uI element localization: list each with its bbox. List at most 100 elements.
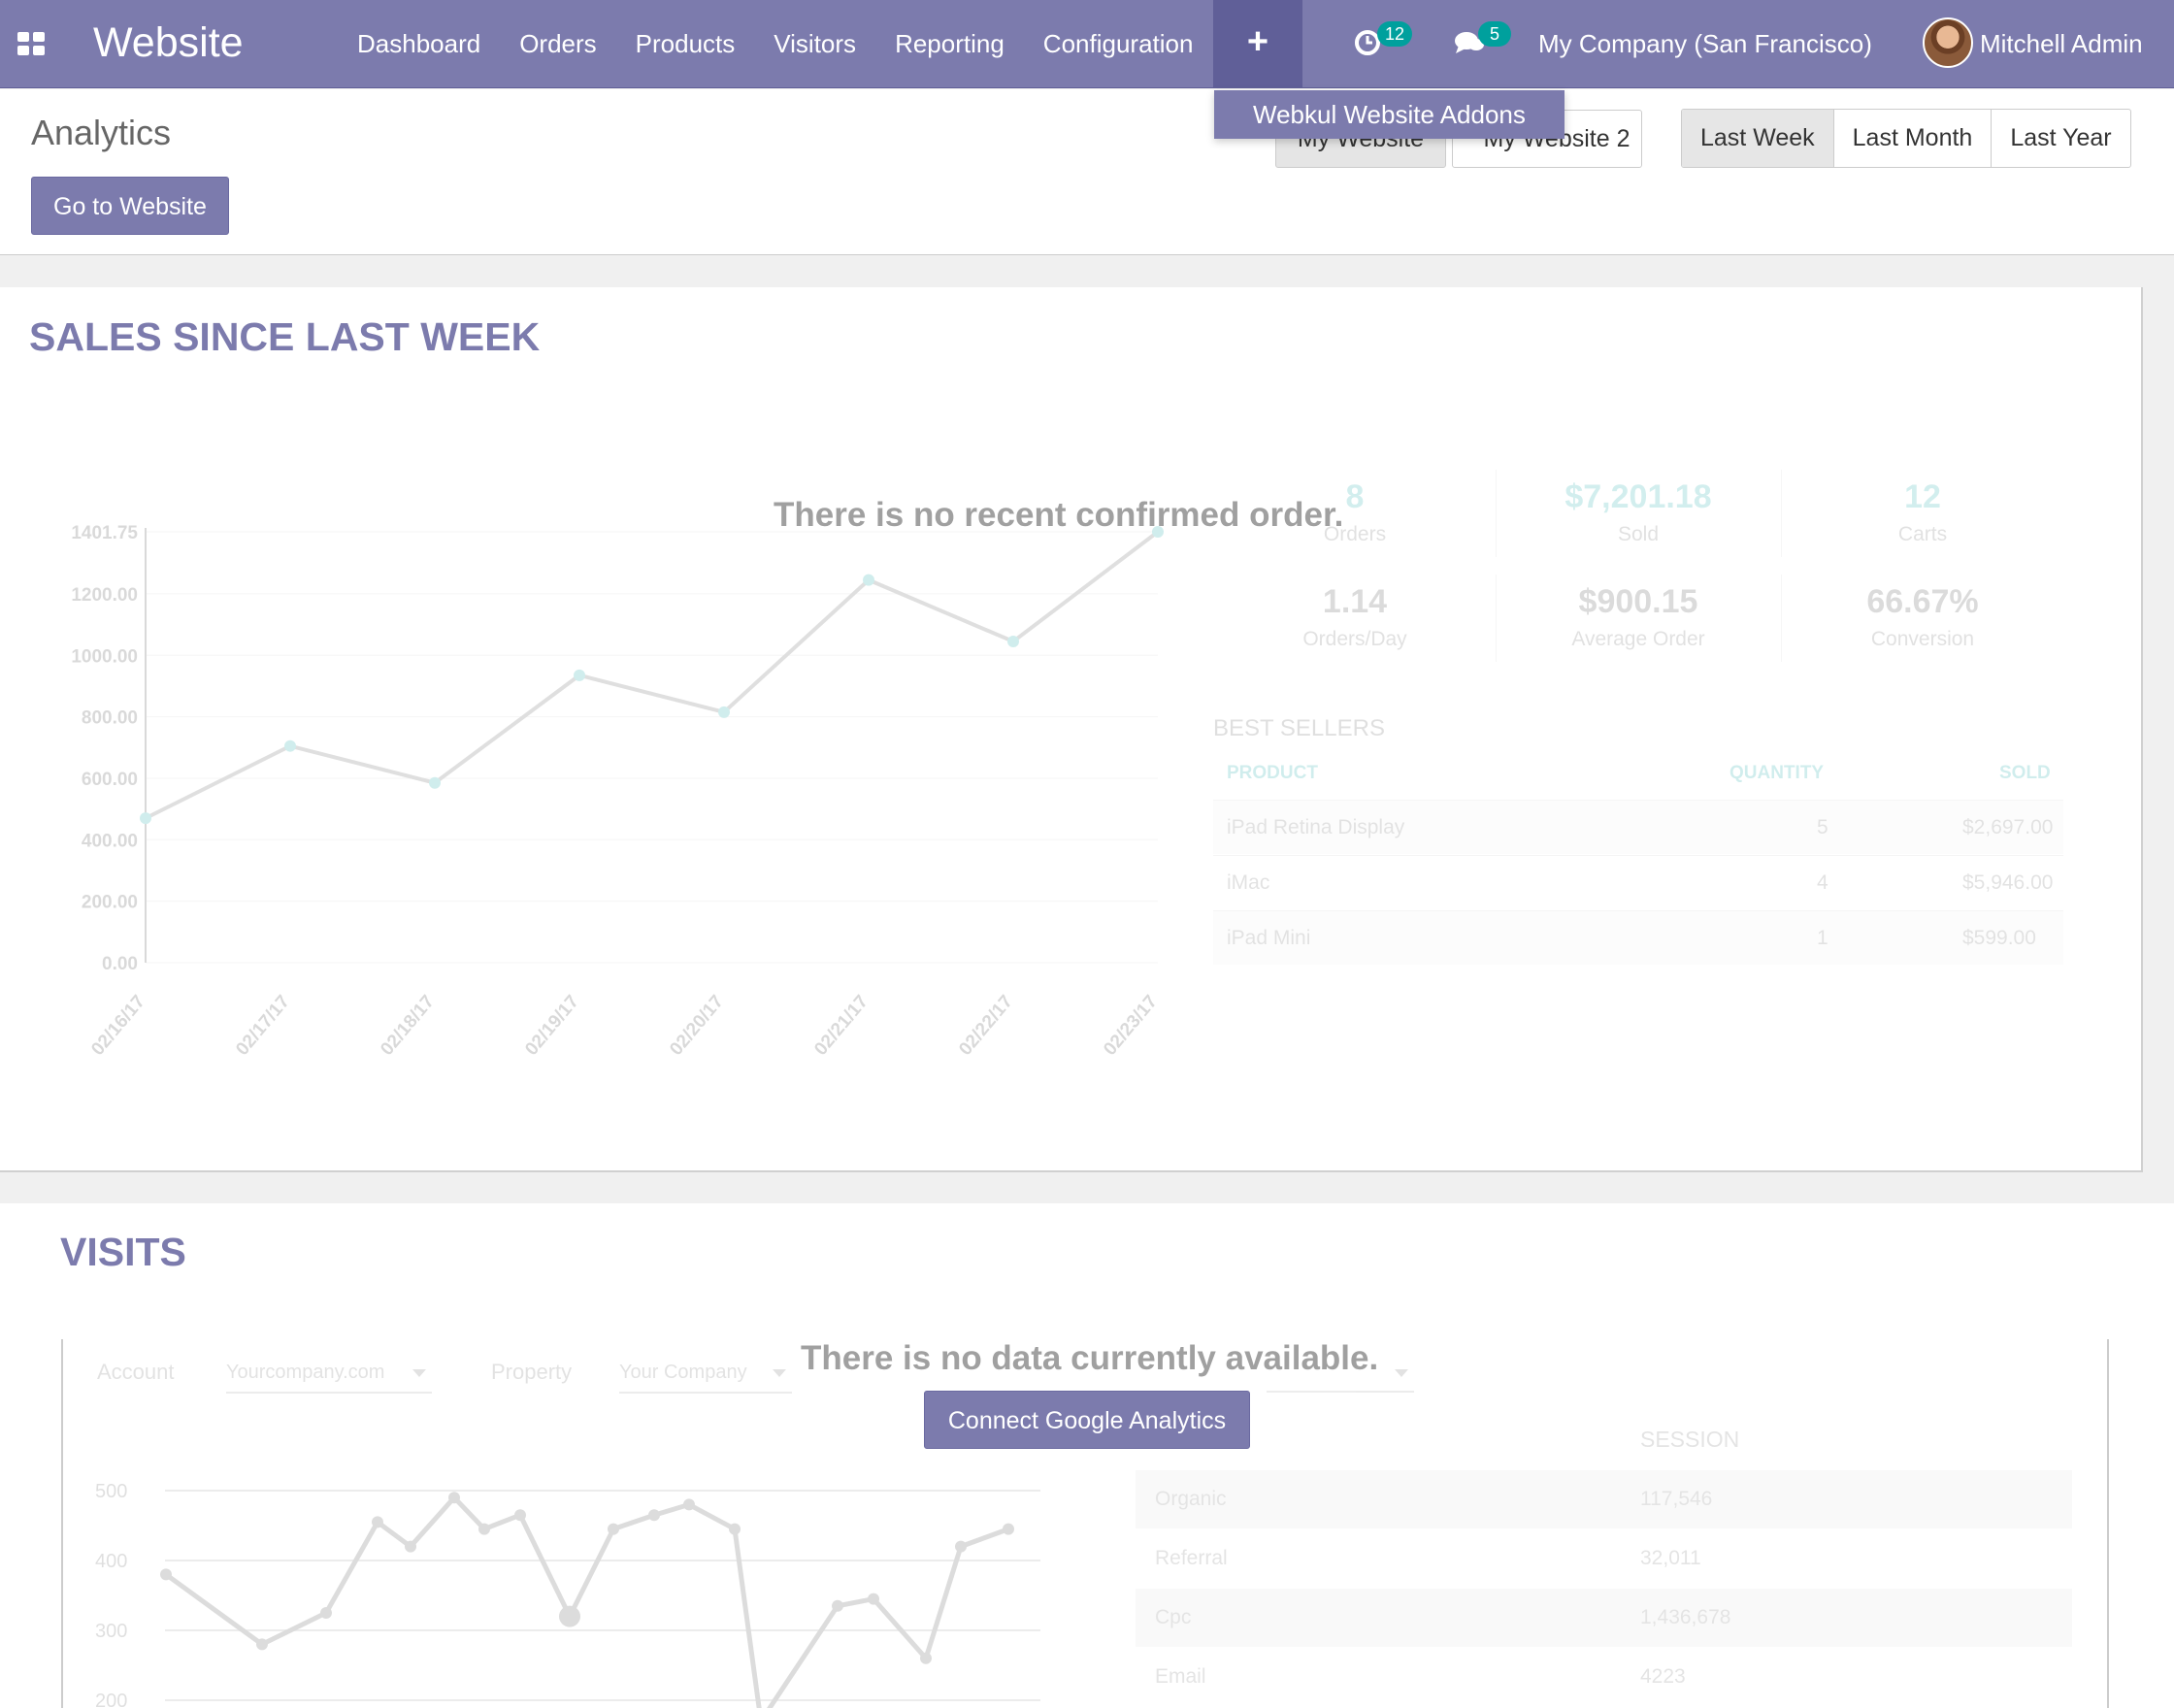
table-row[interactable]: iPad Retina Display 5 $2,697.00 [1213, 800, 2063, 854]
product-quantity: 5 [1817, 816, 1828, 838]
period-last-week[interactable]: Last Week [1682, 110, 1834, 167]
activity-count-badge: 12 [1377, 21, 1413, 47]
visits-point [868, 1593, 879, 1605]
best-sellers-header-quantity: QUANTITY [1729, 763, 1825, 783]
messages-count-badge: 5 [1478, 21, 1511, 47]
product-name: iMac [1227, 871, 1270, 894]
page-title: Analytics [31, 113, 172, 152]
visits-series-line [164, 1494, 1009, 1708]
visits-point [729, 1523, 741, 1535]
product-quantity: 1 [1817, 927, 1828, 949]
user-menu[interactable]: Mitchell Admin [1980, 0, 2143, 88]
sales-series-line [145, 530, 1160, 820]
x-tick-label: 02/20/17 [666, 992, 728, 1060]
company-switcher[interactable]: My Company (San Francisco) [1538, 0, 1872, 88]
kpi-divider [1496, 470, 1497, 557]
sales-title: SALES SINCE LAST WEEK [29, 314, 541, 359]
kpi-orders-per-day-value: 1.14 [1322, 583, 1388, 620]
period-last-month[interactable]: Last Month [1834, 110, 1993, 167]
control-panel: Analytics Go to Website My Website My We… [0, 89, 2174, 255]
messages-button[interactable]: 5 [1453, 21, 1511, 60]
sales-point [863, 574, 874, 586]
period-selector: Last Week Last Month Last Year [1681, 109, 2131, 168]
visits-title: VISITS [60, 1230, 186, 1274]
visits-point [608, 1523, 619, 1535]
table-row[interactable]: Organic 117,546 [1136, 1470, 2072, 1528]
sales-point [429, 776, 441, 789]
kpi-conversion-value: 66.67% [1866, 583, 1979, 620]
product-sold: $2,697.00 [1962, 816, 2054, 838]
visits-point [256, 1638, 268, 1651]
visits-point [160, 1568, 172, 1581]
y-tick-label: 1000.00 [71, 646, 138, 667]
visits-point [514, 1509, 526, 1522]
sales-line-chart: 0.00 200.00 400.00 600.00 800.00 1000.00 1200.… [71, 523, 1164, 1060]
kpi-sold-value: $7,201.18 [1565, 478, 1712, 515]
y-tick-label: 0.00 [102, 954, 138, 974]
kpi-carts-value: 12 [1904, 478, 1941, 515]
y-tick-label: 200 [95, 1691, 127, 1708]
property-select-value: Your Company [619, 1362, 747, 1383]
connect-google-analytics-button[interactable]: Connect Google Analytics [924, 1391, 1250, 1449]
product-name: iPad Mini [1227, 927, 1311, 949]
table-row[interactable]: Cpc 1,436,678 [1136, 1589, 2072, 1647]
user-avatar[interactable] [1923, 17, 1973, 68]
visits-point [1003, 1523, 1014, 1535]
sales-point [284, 739, 296, 752]
property-select[interactable]: Your Company [619, 1362, 792, 1394]
chevron-down-icon [773, 1369, 786, 1377]
menu-configuration[interactable]: Configuration [1024, 0, 1213, 88]
table-row[interactable]: Email 4223 [1136, 1648, 2072, 1706]
period-last-year[interactable]: Last Year [1992, 110, 2129, 167]
source-name: Email [1155, 1665, 1206, 1688]
y-tick-label: 400 [95, 1551, 127, 1572]
y-tick-label: 600.00 [82, 770, 138, 790]
go-to-website-button[interactable]: Go to Website [31, 177, 229, 235]
account-select[interactable]: Yourcompany.com [226, 1362, 432, 1394]
chevron-down-icon [412, 1369, 426, 1377]
kpi-sold-label: Sold [1617, 523, 1660, 545]
activity-button[interactable]: 12 [1354, 21, 1413, 60]
x-tick-label: 02/22/17 [955, 992, 1017, 1060]
menu-orders[interactable]: Orders [500, 0, 615, 88]
dropdown-item-webkul-addons[interactable]: Webkul Website Addons [1214, 90, 1565, 139]
y-tick-label: 500 [95, 1481, 127, 1502]
sales-point [574, 669, 585, 681]
table-row[interactable]: Referral 32,011 [1136, 1529, 2072, 1588]
sales-point [1007, 635, 1019, 647]
source-sessions: 117,546 [1640, 1488, 1713, 1510]
visits-point [372, 1516, 383, 1528]
menu-reporting[interactable]: Reporting [875, 0, 1024, 88]
product-name: iPad Retina Display [1227, 816, 1405, 838]
menu-dashboard[interactable]: Dashboard [338, 0, 500, 88]
product-quantity: 4 [1817, 871, 1828, 894]
y-tick-label: 1200.00 [71, 585, 138, 606]
source-sessions: 4223 [1640, 1665, 1686, 1688]
kpi-divider [1781, 575, 1782, 662]
visits-point [405, 1540, 416, 1553]
plus-menu-button[interactable]: + [1213, 0, 1302, 88]
y-tick-label: 200.00 [82, 893, 138, 913]
kpi-average-order-value: $900.15 [1578, 583, 1698, 620]
product-sold: $599.00 [1962, 927, 2036, 949]
visits-point [478, 1523, 490, 1535]
kpi-divider [1781, 470, 1782, 557]
best-sellers-title: BEST SELLERS [1213, 715, 1385, 741]
visits-point [320, 1607, 332, 1619]
visits-empty-message: There is no data currently available. [801, 1339, 1379, 1377]
kpi-orders-per-day-label: Orders/Day [1302, 628, 1407, 650]
table-row[interactable]: iPad Mini 1 $599.00 [1213, 910, 2063, 965]
x-tick-label: 02/16/17 [87, 992, 149, 1060]
kpi-carts-label: Carts [1897, 523, 1948, 545]
menu-products[interactable]: Products [616, 0, 755, 88]
table-row[interactable]: iMac 4 $5,946.00 [1213, 855, 2063, 909]
session-header: SESSION [1640, 1427, 1740, 1452]
best-sellers-header-product: PRODUCT [1227, 763, 1318, 783]
visits-point [955, 1540, 967, 1553]
menu-visitors[interactable]: Visitors [754, 0, 875, 88]
x-tick-label: 02/18/17 [377, 992, 439, 1060]
y-tick-label: 300 [95, 1621, 127, 1642]
product-sold: $5,946.00 [1962, 871, 2054, 894]
app-brand: Website [93, 19, 244, 66]
apps-menu-icon[interactable] [17, 32, 45, 55]
